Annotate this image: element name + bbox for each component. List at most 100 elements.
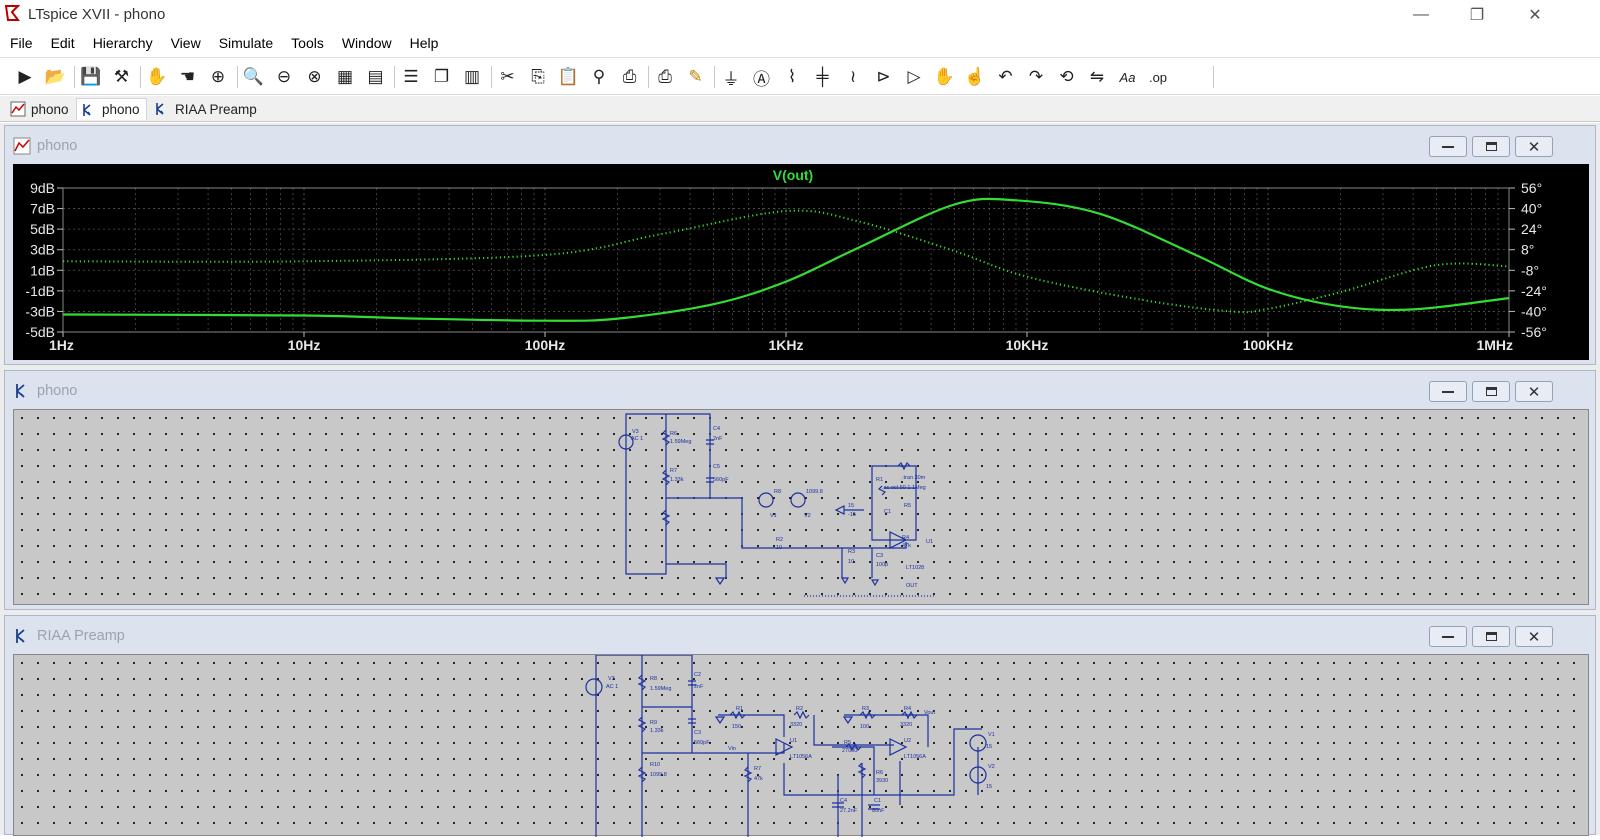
net-label-icon: Ⓐ: [753, 69, 770, 89]
y-right-tick-label: -40°: [1521, 303, 1547, 319]
capacitor-button[interactable]: ╪: [810, 64, 836, 90]
drag-button[interactable]: ☝: [962, 64, 988, 90]
find-button[interactable]: ⚲: [586, 64, 612, 90]
schematic-canvas-phono[interactable]: V3 AC 1 R6 1.59Meg C4 2nF R7 1.33k C5 560pF R8 1099…: [13, 409, 1589, 605]
schematic1-minimize-button[interactable]: [1429, 381, 1467, 402]
bode-plot-svg: V(out) 9dB7dB5dB3dB1dB-1dB-3dB-5dB56°40°…: [25, 167, 1547, 353]
print-icon: ⎙: [622, 67, 637, 86]
component-label: V2: [804, 513, 811, 519]
spice-directive-button[interactable]: .op: [1145, 64, 1171, 90]
redo-button[interactable]: ↷: [1023, 64, 1049, 90]
cascade-button[interactable]: ❐: [429, 64, 455, 90]
schematic1-maximize-button[interactable]: [1472, 381, 1510, 402]
toolbar-separator: [714, 66, 715, 88]
diode-icon: ⊳: [876, 67, 891, 86]
close-button[interactable]: ✕: [1512, 0, 1558, 30]
undo-button[interactable]: ↶: [993, 64, 1019, 90]
component-label: R1: [876, 477, 884, 483]
schematic-canvas-riaa[interactable]: V3 AC 1 R8 1.59Meg C2 2nF C3 560pF R9 1.33k R10 109…: [13, 654, 1589, 837]
component-label: .tran 30m: [902, 475, 926, 481]
component-label: Vout: [924, 710, 936, 716]
print-button[interactable]: ⎙: [617, 64, 643, 90]
menu-help[interactable]: Help: [401, 35, 448, 51]
zoom-cancel-button[interactable]: ⊗: [302, 64, 328, 90]
minimize-icon: [1442, 635, 1454, 638]
schematic2-titlebar[interactable]: RIAA Preamp ✕: [5, 616, 1595, 652]
move-button[interactable]: ✋: [932, 64, 958, 90]
text-button[interactable]: Aa: [1115, 64, 1141, 90]
inductor-icon: ≀: [849, 67, 857, 86]
component-label: 1099.8: [806, 489, 823, 495]
plot-close-button[interactable]: ✕: [1515, 136, 1553, 157]
plot-window-titlebar[interactable]: phono ✕: [5, 126, 1595, 162]
component-button[interactable]: ▷: [901, 64, 927, 90]
menu-window[interactable]: Window: [333, 35, 401, 51]
ground-button[interactable]: ⏚: [718, 64, 744, 90]
waveform-plot[interactable]: V(out) 9dB 7dB 5dB 3dB 1dB -1dB -3dB -5dB 56° 40°…: [13, 164, 1589, 360]
plot-settings-button[interactable]: ▤: [363, 64, 389, 90]
zoom-in-button[interactable]: ⊕: [205, 64, 231, 90]
component-label: Vin: [728, 746, 736, 752]
menu-simulate[interactable]: Simulate: [210, 35, 282, 51]
halt-button[interactable]: ✋: [144, 64, 170, 90]
cut-button[interactable]: ✂: [495, 64, 521, 90]
component-label: 3930: [876, 778, 889, 784]
pan-button[interactable]: ☚: [175, 64, 201, 90]
rotate-icon: ⟲: [1059, 67, 1074, 86]
open-button[interactable]: 📂: [43, 64, 69, 90]
run-button[interactable]: ▶: [12, 64, 38, 90]
copy-button[interactable]: ⎘: [525, 64, 551, 90]
save-icon: 💾: [80, 67, 102, 86]
toolbar-separator: [648, 66, 649, 88]
rotate-button[interactable]: ⟲: [1054, 64, 1080, 90]
y-right-tick-label: 24°: [1521, 221, 1542, 237]
diode-button[interactable]: ⊳: [871, 64, 897, 90]
control-panel-button[interactable]: ⚒: [109, 64, 135, 90]
x-tick-label: 100KHz: [1243, 337, 1294, 353]
autorange-button[interactable]: ▦: [332, 64, 358, 90]
menu-edit[interactable]: Edit: [42, 35, 84, 51]
restore-button[interactable]: ❐: [1454, 0, 1500, 30]
zoom-out-button[interactable]: ⊖: [271, 64, 297, 90]
schematic2-close-button[interactable]: ✕: [1515, 626, 1553, 647]
minimize-button[interactable]: —: [1398, 0, 1444, 30]
tab-bar: phono phono RIAA Preamp: [0, 96, 1600, 122]
component-label: LT1056A: [904, 754, 926, 760]
find-icon: ⚲: [592, 67, 606, 86]
menu-file[interactable]: File: [0, 35, 42, 51]
inductor-button[interactable]: ≀: [840, 64, 866, 90]
component-label: 15: [986, 744, 993, 750]
component-icon: ▷: [907, 67, 921, 86]
paste-button[interactable]: 📋: [556, 64, 582, 90]
tab-riaa-preamp[interactable]: RIAA Preamp: [150, 98, 263, 120]
net-label-button[interactable]: Ⓐ: [749, 64, 775, 90]
menu-hierarchy[interactable]: Hierarchy: [84, 35, 162, 51]
menu-tools[interactable]: Tools: [282, 35, 333, 51]
tab-phono-schematic[interactable]: phono: [76, 98, 147, 120]
resistor-button[interactable]: ⌇: [779, 64, 805, 90]
plot-maximize-button[interactable]: [1472, 136, 1510, 157]
component-label: 1099.8: [650, 772, 667, 778]
zoom-area-button[interactable]: 🔍: [241, 64, 267, 90]
draw-wire-button[interactable]: ✎: [683, 64, 709, 90]
print-preview-button[interactable]: ⎙: [652, 64, 678, 90]
schematic1-titlebar[interactable]: phono ✕: [5, 371, 1595, 407]
toolbar-separator: [236, 66, 238, 88]
component-label: 1.59Meg: [650, 686, 672, 692]
tile-horizontal-button[interactable]: ☰: [398, 64, 424, 90]
mirror-button[interactable]: ⇋: [1084, 64, 1110, 90]
save-button[interactable]: 💾: [78, 64, 104, 90]
tile-vertical-button[interactable]: ▥: [459, 64, 485, 90]
print-preview-icon: ⎙: [658, 67, 672, 86]
plot-minimize-button[interactable]: [1429, 136, 1467, 157]
paste-icon: 📋: [557, 67, 580, 86]
maximize-icon: [1485, 142, 1497, 151]
tab-phono-plot[interactable]: phono: [6, 98, 75, 120]
schematic2-maximize-button[interactable]: [1472, 626, 1510, 647]
component-label: V3: [632, 429, 639, 435]
schematic1-close-button[interactable]: ✕: [1515, 381, 1553, 402]
schematic2-minimize-button[interactable]: [1429, 626, 1467, 647]
component-label: 47k: [754, 776, 763, 782]
component-label: R3: [848, 549, 856, 555]
menu-view[interactable]: View: [162, 35, 210, 51]
